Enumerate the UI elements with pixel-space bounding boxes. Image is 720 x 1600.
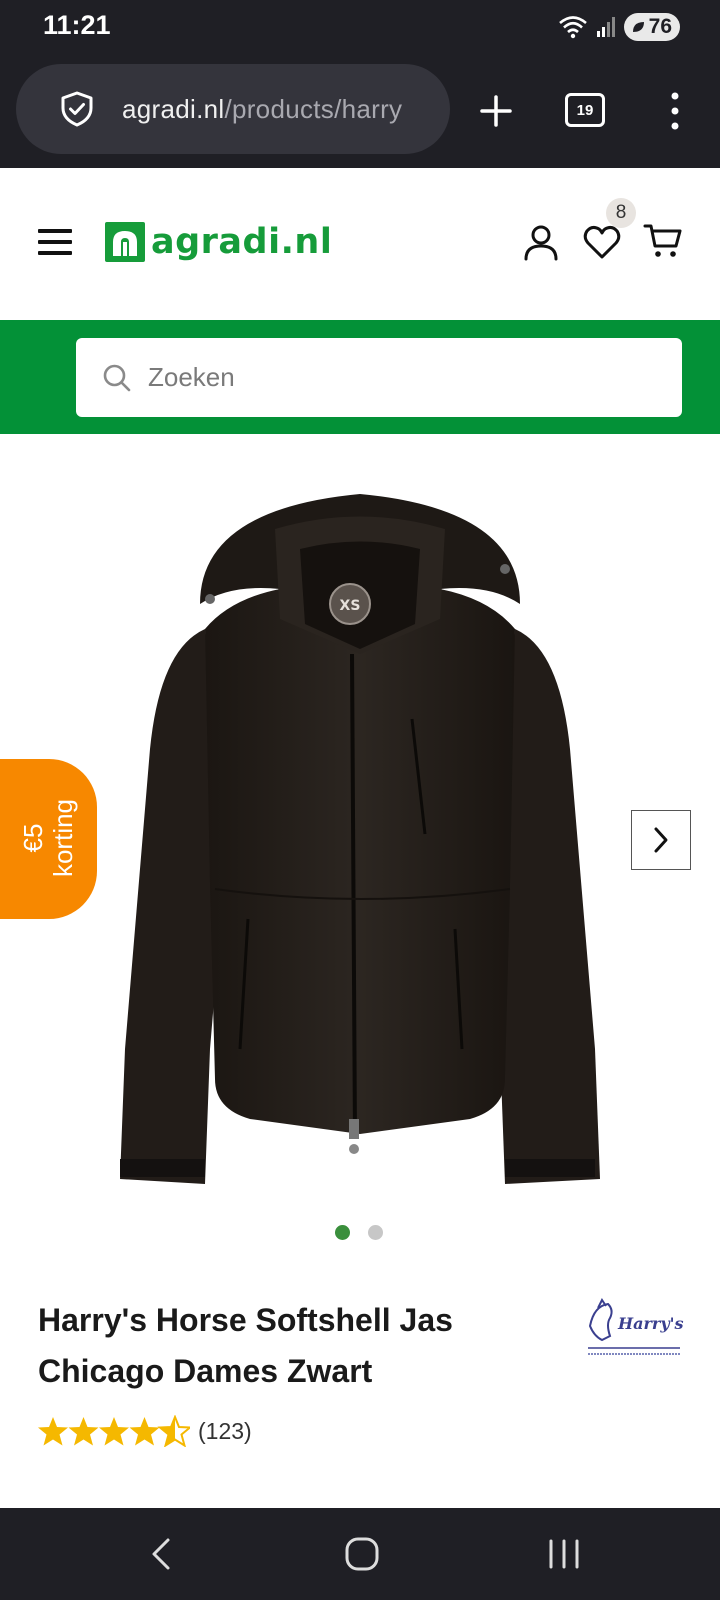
status-icons: 76 [558,10,680,44]
product-gallery[interactable]: XS [0,434,720,1254]
signal-icon [596,17,615,37]
next-image-button[interactable] [631,810,691,870]
brand-logo[interactable]: Harry's Horse [584,1296,684,1362]
browser-toolbar: agradi.nl/products/harry 19 [0,55,720,168]
discount-label[interactable]: €5 korting [18,799,78,877]
battery-saver-icon [632,22,644,32]
search-icon [103,364,131,391]
logo-mark-icon [105,222,145,262]
logo-text: agradi.nl [151,222,333,262]
gallery-pagination [335,1225,383,1240]
product-rating[interactable]: (123) [38,1415,252,1447]
review-count[interactable]: (123) [198,1418,252,1445]
back-icon[interactable] [140,1532,184,1576]
home-icon[interactable] [340,1532,384,1576]
search-input[interactable] [148,362,628,393]
gallery-dot[interactable] [368,1225,383,1240]
tabs-icon[interactable]: 19 [565,93,605,127]
discount-word: korting [48,798,78,878]
chevron-right-icon [654,827,668,853]
url-host: agradi.nl [122,93,225,124]
discount-amount: €5 [18,823,48,853]
address-bar[interactable]: agradi.nl/products/harry [16,64,450,154]
product-title: Harry's Horse Softshell Jas Chicago Dame… [38,1302,453,1389]
gallery-dot[interactable] [335,1225,350,1240]
user-icon[interactable] [521,222,561,262]
wishlist-count-badge: 8 [606,198,636,228]
search-box[interactable] [76,338,682,417]
battery-level: 76 [648,15,672,38]
more-vert-icon[interactable] [660,89,690,133]
rating-stars-icon [38,1416,190,1447]
brand-logo-text: Harry's Horse [617,1314,684,1333]
wifi-icon [558,16,587,39]
url-path: /products/harry [224,93,403,124]
status-time: 11:21 [43,10,111,40]
url-text[interactable]: agradi.nl/products/harry [122,94,402,125]
plus-icon[interactable] [473,88,519,134]
heart-icon[interactable] [582,222,622,262]
search-band [0,320,720,434]
recents-icon[interactable] [542,1532,586,1576]
status-bar: 11:21 76 [0,0,720,55]
size-label-text: XS [340,598,361,614]
site-logo[interactable]: agradi.nl [105,220,332,264]
shield-icon[interactable] [58,90,96,128]
product-image[interactable]: XS [110,489,610,1209]
site-header: agradi.nl 8 [0,168,720,320]
cart-icon[interactable] [643,220,683,260]
system-nav-bar [0,1508,720,1600]
battery-indicator: 76 [623,13,680,41]
menu-icon[interactable] [38,228,72,256]
